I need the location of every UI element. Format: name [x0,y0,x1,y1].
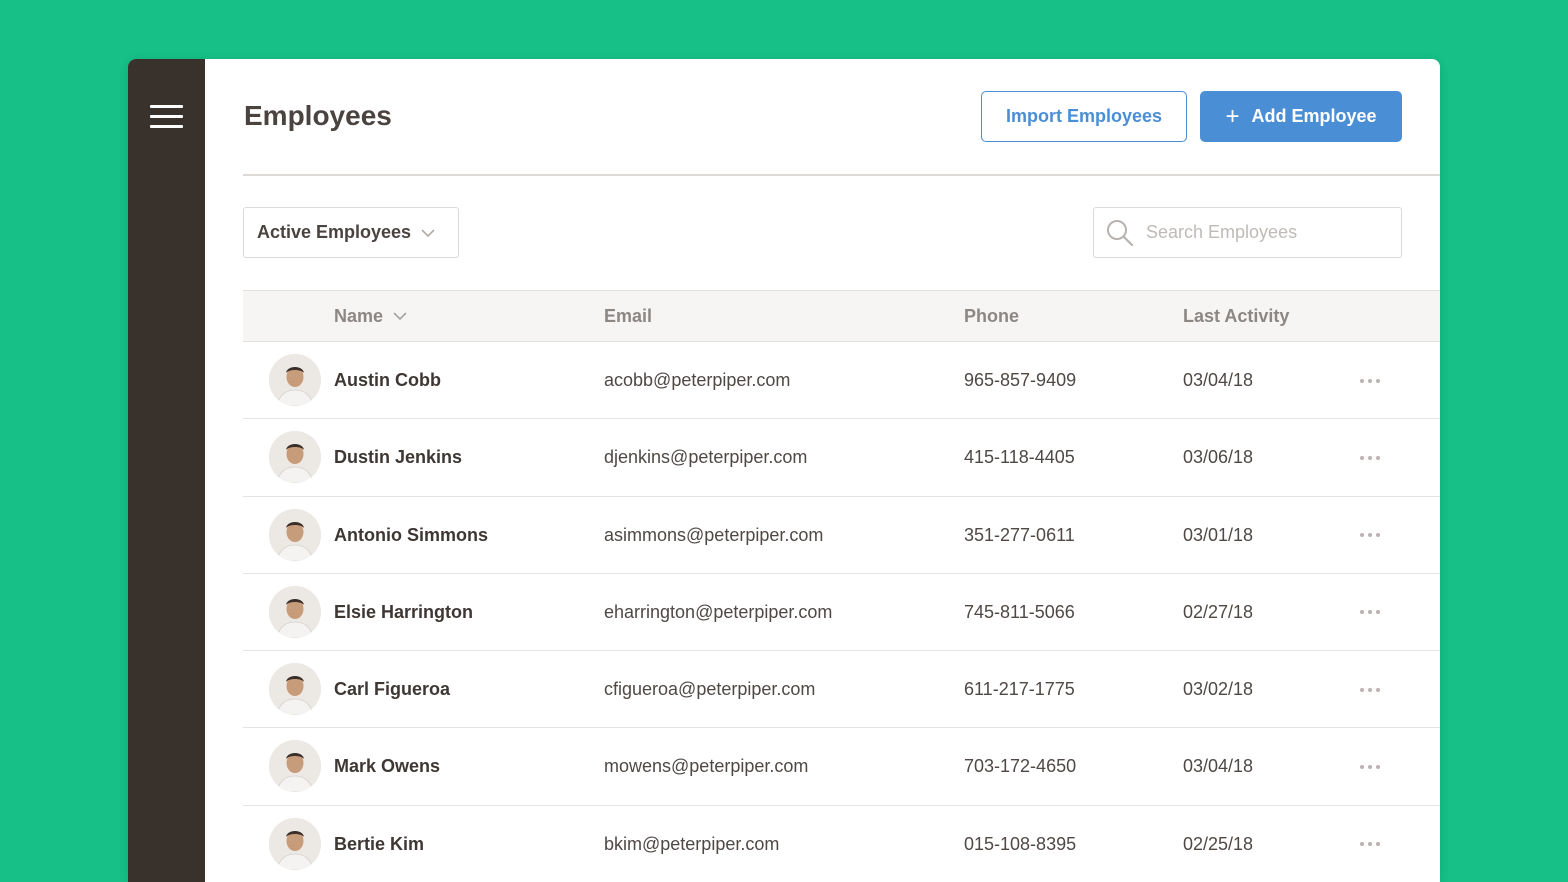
employee-last-activity: 03/06/18 [1183,447,1254,468]
employee-name[interactable]: Elsie Harrington [334,574,473,651]
employee-status-value: Active Employees [257,222,412,242]
employee-phone: 703-172-4650 [964,756,1077,777]
table-row[interactable]: Dustin Jenkins djenkins@peterpiper.com 4… [243,419,1440,497]
sidebar [128,59,205,882]
employee-name[interactable]: Austin Cobb [334,342,441,419]
employee-name[interactable]: Bertie Kim [334,806,424,882]
search-input[interactable] [1146,222,1386,243]
employee-last-activity: 03/04/18 [1183,370,1254,390]
avatar [269,817,321,870]
employee-name[interactable]: Dustin Jenkins [334,419,462,496]
column-header-name[interactable]: Name [334,291,407,341]
column-header-email[interactable]: Email [604,291,652,341]
avatar [269,508,321,561]
employee-phone: 415-118-4405 [964,447,1075,468]
column-name-label: Name [334,305,384,326]
employee-email: mowens@peterpiper.com [604,756,809,777]
more-options-icon[interactable] [1360,806,1380,882]
avatar [269,431,321,484]
table-row[interactable]: Mark Owens mowens@peterpiper.com 703-172… [243,728,1440,806]
avatar [269,354,321,406]
employee-last-activity: 02/25/18 [1183,833,1254,854]
column-header-last-activity[interactable]: Last Activity [1183,291,1289,341]
table-header: Name Email Phone Last Activity [243,290,1440,342]
column-header-phone[interactable]: Phone [964,291,1019,341]
chevron-down-icon [421,225,435,241]
employee-phone: 745-811-5066 [964,601,1075,622]
more-options-icon[interactable] [1360,497,1380,574]
employees-table: Name Email Phone Last Activity Austin Co… [243,290,1440,882]
employee-name[interactable]: Carl Figueroa [334,651,450,728]
add-employee-button[interactable]: + Add Employee [1200,91,1402,142]
avatar [269,663,321,716]
employee-phone: 015-108-8395 [964,833,1077,854]
app-window: Employees Import Employees + Add Employe… [128,59,1440,882]
page-title: Employees [244,100,392,131]
table-row[interactable]: Carl Figueroa cfigueroa@peterpiper.com 6… [243,651,1440,729]
header-divider [243,174,1440,176]
employee-email: eharrington@peterpiper.com [604,601,833,622]
employee-phone: 611-217-1775 [964,679,1075,700]
avatar [269,585,321,638]
employee-name[interactable]: Antonio Simmons [334,497,488,574]
employee-email: asimmons@peterpiper.com [604,524,824,545]
search-field[interactable] [1093,207,1402,258]
import-employees-button[interactable]: Import Employees [981,91,1187,142]
employee-phone: 965-857-9409 [964,370,1077,390]
search-icon [1107,219,1134,246]
employee-phone: 351-277-0611 [964,524,1075,545]
hamburger-menu-icon[interactable] [150,105,183,129]
employee-email: cfigueroa@peterpiper.com [604,679,816,700]
more-options-icon[interactable] [1360,651,1380,728]
sort-chevron-down-icon [393,308,407,324]
add-employee-label: Add Employee [1251,106,1377,126]
more-options-icon[interactable] [1360,419,1380,496]
more-options-icon[interactable] [1360,574,1380,651]
employee-last-activity: 03/01/18 [1183,524,1254,545]
employee-name[interactable]: Mark Owens [334,728,440,805]
more-options-icon[interactable] [1360,342,1380,419]
avatar [269,740,321,793]
table-row[interactable]: Bertie Kim bkim@peterpiper.com 015-108-8… [243,806,1440,882]
table-row[interactable]: Antonio Simmons asimmons@peterpiper.com … [243,497,1440,574]
employee-email: djenkins@peterpiper.com [604,447,808,468]
table-row[interactable]: Austin Cobb acobb@peterpiper.com 965-857… [243,342,1440,420]
employee-last-activity: 02/27/18 [1183,601,1254,622]
employee-email: bkim@peterpiper.com [604,833,780,854]
employee-last-activity: 03/04/18 [1183,756,1254,777]
employee-email: acobb@peterpiper.com [604,370,791,390]
employee-status-dropdown[interactable]: Active Employees [243,207,459,258]
plus-icon: + [1225,102,1240,130]
employee-last-activity: 03/02/18 [1183,679,1254,700]
main-content: Employees Import Employees + Add Employe… [205,59,1440,882]
more-options-icon[interactable] [1360,728,1380,805]
table-row[interactable]: Elsie Harrington eharrington@peterpiper.… [243,574,1440,652]
